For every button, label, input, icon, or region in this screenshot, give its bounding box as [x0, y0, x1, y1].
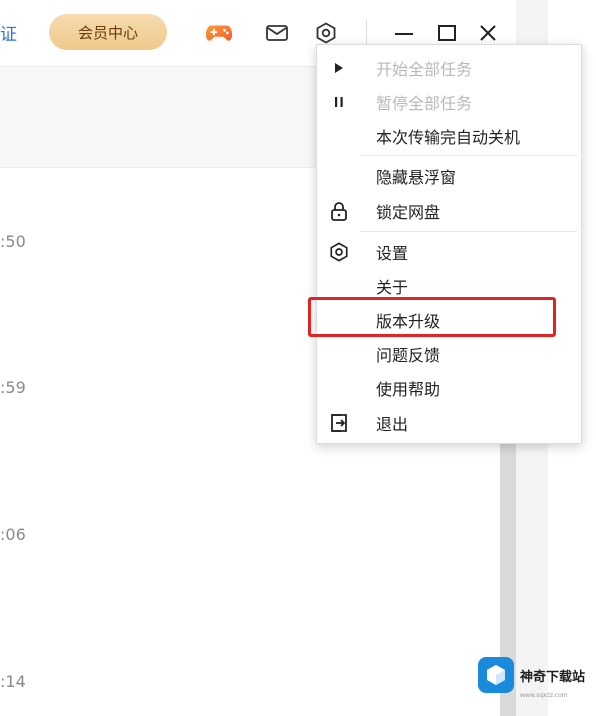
menu-item-label: 使用帮助 [376, 380, 441, 399]
menu-item-start-all[interactable]: 开始全部任务 [317, 51, 581, 85]
close-icon[interactable] [474, 19, 502, 47]
menu-item-label: 暂停全部任务 [376, 94, 473, 113]
menu-item-feedback[interactable]: 问题反馈 [317, 337, 581, 371]
menu-item-lock-drive[interactable]: 锁定网盘 [317, 194, 581, 228]
list-item-time: :59 [0, 378, 26, 397]
certification-link[interactable]: 证 [0, 20, 17, 45]
pause-icon [329, 92, 349, 112]
highlight-annotation [308, 297, 556, 337]
menu-item-label: 关于 [376, 278, 409, 297]
menu-item-label: 隐藏悬浮窗 [376, 168, 457, 187]
list-item-time: :06 [0, 525, 26, 544]
menu-item-settings[interactable]: 设置 [317, 235, 581, 269]
list-item-time: :14 [0, 672, 26, 691]
list-item-time: :50 [0, 232, 26, 251]
menu-item-exit[interactable]: 退出 [317, 406, 581, 440]
watermark-subtext: www.sqxzz.com [520, 692, 568, 699]
lock-icon [329, 201, 349, 221]
menu-item-auto-shutdown[interactable]: 本次传输完自动关机 [317, 119, 581, 153]
menu-item-label: 锁定网盘 [376, 203, 441, 222]
gamepad-icon[interactable] [205, 19, 233, 47]
watermark-text: 神奇下载站 [520, 669, 586, 685]
menu-item-pause-all[interactable]: 暂停全部任务 [317, 85, 581, 119]
menu-item-hide-float-window[interactable]: 隐藏悬浮窗 [317, 159, 581, 193]
maximize-icon[interactable] [433, 19, 461, 47]
settings-icon[interactable] [312, 19, 340, 47]
vip-center-button[interactable]: 会员中心 [49, 14, 167, 50]
menu-item-label: 退出 [376, 415, 409, 434]
menu-item-label: 设置 [376, 244, 409, 263]
settings-icon [329, 242, 349, 262]
menu-separator [361, 155, 577, 156]
settings-dropdown-menu: 开始全部任务 暂停全部任务 本次传输完自动关机 隐藏悬浮窗 锁定网盘 设置 关于… [316, 44, 582, 444]
menu-separator [361, 231, 577, 232]
play-icon [329, 58, 349, 78]
exit-icon [329, 413, 349, 433]
menu-item-label: 开始全部任务 [376, 60, 473, 79]
mail-icon[interactable] [263, 19, 291, 47]
menu-item-label: 本次传输完自动关机 [376, 128, 521, 147]
menu-item-help[interactable]: 使用帮助 [317, 371, 581, 405]
minimize-icon[interactable] [390, 19, 418, 47]
title-divider [366, 20, 367, 46]
menu-item-label: 问题反馈 [376, 346, 441, 365]
cube-logo-icon [478, 657, 514, 693]
